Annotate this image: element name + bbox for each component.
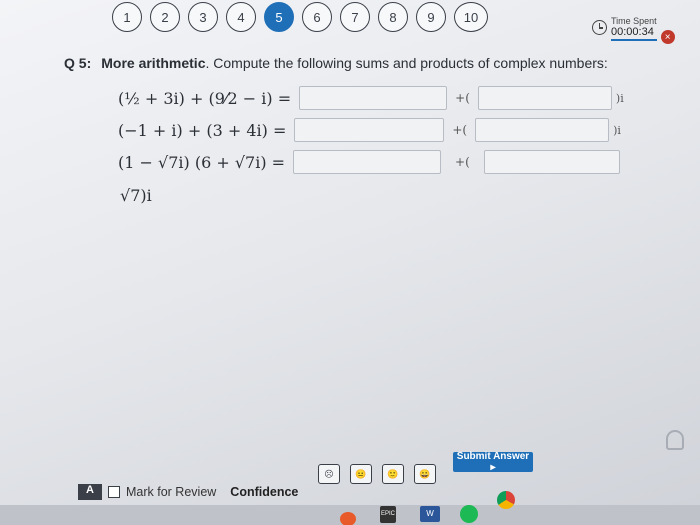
chrome-icon[interactable]	[497, 491, 515, 509]
close-icon[interactable]: ×	[660, 30, 675, 44]
question-instruction: . Compute the following sums and product…	[205, 55, 608, 71]
timer: Time Spent 00:00:34 ×	[592, 16, 675, 44]
timer-value: 00:00:34	[611, 26, 657, 41]
confidence-face-3[interactable]: 🙂	[382, 464, 404, 484]
problem-expression: (½ + 3i) + (9⁄2 − i) =	[118, 88, 292, 108]
bell-icon[interactable]	[666, 430, 684, 450]
question-nav-8[interactable]: 8	[378, 2, 408, 32]
question-nav-4[interactable]: 4	[226, 2, 256, 32]
timer-text: Time Spent 00:00:34	[611, 16, 657, 41]
question-nav-6[interactable]: 6	[302, 2, 332, 32]
question-title: More arithmetic	[101, 55, 206, 71]
confidence-face-2[interactable]: 😐	[350, 464, 372, 484]
problem-row-3: (1 − √7i) (6 + √7i) = +(	[118, 150, 620, 174]
question-nav-3[interactable]: 3	[188, 2, 218, 32]
overflow-text: √7)i	[120, 186, 152, 205]
mark-for-review-checkbox[interactable]	[108, 486, 120, 498]
i-suffix: )i	[613, 123, 621, 137]
confidence-label: Confidence	[230, 485, 299, 499]
real-part-input[interactable]	[299, 86, 448, 110]
problem-expression: (−1 + i) + (3 + 4i) =	[118, 120, 287, 140]
question-header: Q 5: More arithmetic. Compute the followi…	[64, 55, 608, 71]
imaginary-part-input[interactable]	[477, 86, 612, 110]
word-icon[interactable]: W	[420, 506, 440, 522]
question-nav-7[interactable]: 7	[340, 2, 370, 32]
submit-answer-button[interactable]: Submit Answer ▸	[453, 451, 533, 473]
real-part-input[interactable]	[294, 118, 445, 142]
epic-icon[interactable]: EPIC	[380, 506, 396, 523]
imaginary-part-input[interactable]	[475, 118, 610, 142]
imaginary-part-input[interactable]	[483, 150, 620, 174]
question-nav-1[interactable]: 1	[112, 2, 142, 32]
mark-for-review-label[interactable]: Mark for Review	[126, 485, 216, 499]
flag-icon	[78, 484, 102, 500]
clock-icon	[592, 20, 607, 35]
problem-row-1: (½ + 3i) + (9⁄2 − i) = +( )i	[118, 86, 624, 110]
problem-row-2: (−1 + i) + (3 + 4i) = +( )i	[118, 118, 621, 142]
confidence-faces: ☹ 😐 🙂 😀	[318, 464, 436, 484]
confidence-face-4[interactable]: 😀	[414, 464, 436, 484]
question-nav-2[interactable]: 2	[150, 2, 180, 32]
question-nav-9[interactable]: 9	[416, 2, 446, 32]
question-number: Q 5:	[64, 55, 92, 71]
plus-label: +(	[452, 123, 468, 137]
screen: 1 2 3 4 5 6 7 8 9 10 Time Spent 00:00:34…	[0, 0, 700, 525]
plus-label: +(	[455, 155, 470, 169]
plus-label: +(	[455, 91, 470, 105]
app-icon[interactable]	[340, 512, 356, 525]
spotify-icon[interactable]	[460, 505, 478, 523]
question-nav-10[interactable]: 10	[454, 2, 488, 32]
timer-label: Time Spent	[611, 16, 657, 26]
problem-expression: (1 − √7i) (6 + √7i) =	[118, 152, 286, 172]
review-bar: Mark for Review Confidence	[78, 484, 298, 500]
question-nav: 1 2 3 4 5 6 7 8 9 10	[112, 2, 488, 32]
confidence-face-1[interactable]: ☹	[318, 464, 340, 484]
i-suffix: )i	[615, 91, 624, 105]
question-nav-5[interactable]: 5	[264, 2, 294, 32]
real-part-input[interactable]	[293, 150, 442, 174]
